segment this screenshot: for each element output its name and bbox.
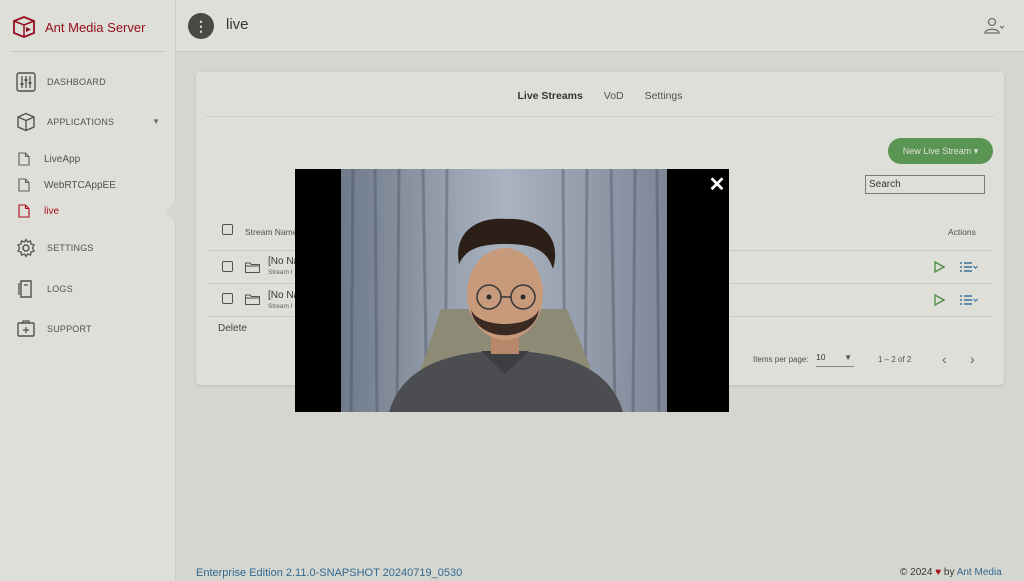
- video-player-modal: [295, 169, 729, 412]
- video-player[interactable]: [341, 169, 667, 412]
- close-modal-button[interactable]: ✕: [708, 175, 726, 195]
- video-frame: [341, 169, 667, 412]
